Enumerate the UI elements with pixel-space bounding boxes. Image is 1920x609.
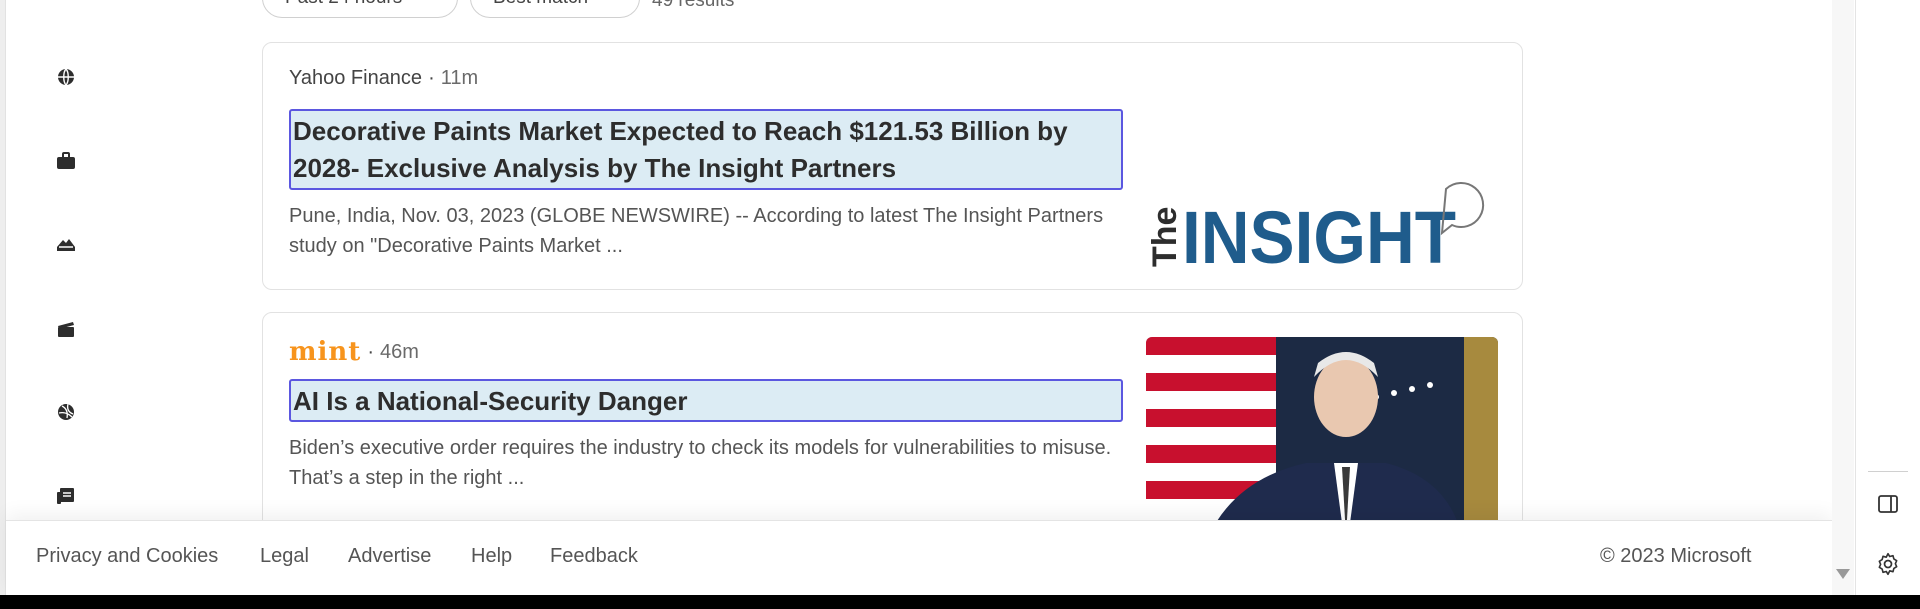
footer-link-help[interactable]: Help bbox=[471, 545, 512, 568]
logo-prefix-text: The bbox=[1146, 207, 1184, 267]
sort-filter-label: Best match bbox=[493, 0, 588, 9]
mint-logo[interactable]: mint bbox=[289, 337, 361, 367]
article-time: 11m bbox=[440, 67, 479, 89]
list-icon[interactable] bbox=[52, 0, 80, 16]
bottom-black-strip bbox=[0, 595, 1920, 609]
copyright-text: © 2023 Microsoft bbox=[1600, 545, 1752, 567]
news-icon[interactable] bbox=[52, 482, 80, 510]
footer-link-advertise[interactable]: Advertise bbox=[348, 545, 431, 568]
vertical-scrollbar[interactable] bbox=[1832, 0, 1854, 595]
briefcase-icon[interactable] bbox=[52, 147, 80, 175]
scroll-down-arrow-icon[interactable] bbox=[1836, 569, 1850, 579]
article-headline-link[interactable]: AI Is a National-Security Danger bbox=[289, 379, 1123, 422]
volleyball-icon[interactable] bbox=[52, 398, 80, 426]
time-filter-label: Past 24 hours bbox=[285, 0, 402, 9]
footer-link-feedback[interactable]: Feedback bbox=[550, 545, 638, 568]
time-filter-button[interactable]: Past 24 hours bbox=[262, 0, 458, 18]
article-thumbnail[interactable]: The INSIGHT bbox=[1146, 67, 1498, 267]
settings-gear-icon[interactable] bbox=[1873, 549, 1903, 579]
separator: · bbox=[428, 67, 435, 89]
logo-main-text: INSIGHT bbox=[1182, 196, 1456, 267]
article-source-row: Yahoo Finance · 11m bbox=[289, 67, 478, 90]
article-source-row: mint · 46m bbox=[289, 337, 419, 367]
results-count: 49 results bbox=[652, 0, 735, 11]
separator: · bbox=[367, 340, 374, 363]
page-footer: Privacy and Cookies Legal Advertise Help… bbox=[6, 520, 1832, 595]
footer-link-legal[interactable]: Legal bbox=[260, 545, 309, 568]
clapperboard-icon[interactable] bbox=[52, 315, 80, 343]
article-time: 46m bbox=[379, 340, 419, 363]
left-border bbox=[0, 0, 6, 595]
sidebar-toggle-icon[interactable] bbox=[1873, 489, 1903, 519]
article-headline-link[interactable]: Decorative Paints Market Expected to Rea… bbox=[289, 109, 1123, 190]
side-divider bbox=[1868, 471, 1908, 472]
article-snippet: Pune, India, Nov. 03, 2023 (GLOBE NEWSWI… bbox=[289, 205, 1104, 257]
sports-icon[interactable] bbox=[52, 230, 80, 258]
source-name[interactable]: Yahoo Finance bbox=[289, 67, 422, 90]
news-card[interactable]: Yahoo Finance · 11m Decorative Paints Ma… bbox=[262, 42, 1523, 290]
globe-icon[interactable] bbox=[52, 63, 80, 91]
sort-filter-button[interactable]: Best match bbox=[470, 0, 640, 18]
footer-link-privacy[interactable]: Privacy and Cookies bbox=[36, 545, 218, 568]
article-snippet: Biden’s executive order requires the ind… bbox=[289, 437, 1112, 489]
